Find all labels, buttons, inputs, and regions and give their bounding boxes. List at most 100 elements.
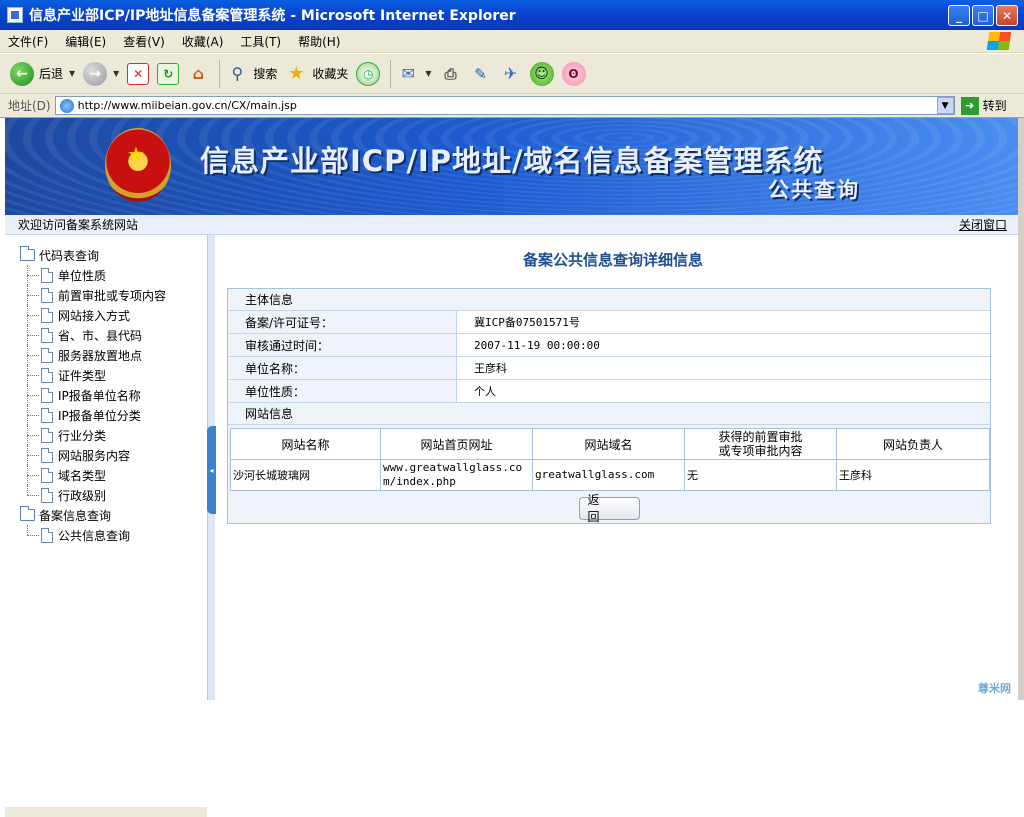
tree-item[interactable]: 域名类型: [5, 465, 207, 485]
history-icon: ◷: [356, 61, 381, 86]
info-row: 备案/许可证号： 冀ICP备07501571号: [228, 311, 990, 334]
back-button[interactable]: ← 后退 ▼: [10, 61, 75, 86]
field-label: 单位性质：: [228, 380, 457, 402]
menu-file[interactable]: 文件(F): [8, 33, 48, 50]
tree-item[interactable]: IP报备单位名称: [5, 385, 207, 405]
field-value: 2007-11-19 00:00:00: [474, 338, 600, 352]
tree-item[interactable]: IP报备单位分类: [5, 405, 207, 425]
table-cell: 沙河长城玻璃网: [230, 459, 381, 491]
menu-help[interactable]: 帮助(H): [298, 33, 340, 50]
mail-icon: ✉: [401, 64, 416, 83]
folder-icon: [20, 246, 35, 261]
print-button[interactable]: ⎙: [440, 63, 462, 85]
menu-tools[interactable]: 工具(T): [240, 33, 281, 50]
back-dropdown-icon[interactable]: ▼: [69, 69, 75, 78]
document-icon: [41, 387, 53, 403]
field-value: 冀ICP备07501571号: [474, 316, 580, 329]
banner-subtitle: 公共查询: [768, 178, 860, 202]
ie-page-icon: [7, 7, 23, 23]
window-right-edge: [1018, 118, 1024, 700]
column-header: 网站域名: [532, 428, 685, 460]
tree-item-label: 服务器放置地点: [58, 348, 143, 363]
pig-icon: ʘ: [561, 61, 586, 86]
folder-icon: [20, 506, 35, 521]
section-site-info: 网站信息: [228, 403, 990, 425]
tree-folder-record-query[interactable]: 备案信息查询: [5, 505, 207, 525]
tree-item[interactable]: 单位性质: [5, 265, 207, 285]
forward-button[interactable]: → ▼: [83, 61, 119, 86]
column-header: 网站首页网址: [380, 428, 533, 460]
tree-item-label: 单位性质: [58, 268, 107, 283]
table-header-row: 网站名称 网站首页网址 网站域名 获得的前置审批 或专项审批内容 网站负责人: [230, 428, 990, 460]
national-emblem-icon: ★: [105, 128, 171, 202]
tree-item-label: 行业分类: [58, 428, 107, 443]
document-icon: [41, 367, 53, 383]
tree-item[interactable]: 行政级别: [5, 485, 207, 505]
tree-item[interactable]: 证件类型: [5, 365, 207, 385]
document-icon: [41, 527, 53, 543]
history-button[interactable]: ◷: [356, 61, 381, 86]
sidebar-tree: 代码表查询 单位性质 前置审批或专项内容 网站接入方式 省、市、县代码 服务器放…: [5, 235, 207, 817]
mail-button[interactable]: ✉ ▼: [397, 63, 432, 85]
messenger-button[interactable]: ✈: [500, 63, 522, 85]
address-url[interactable]: http://www.miibeian.gov.cn/CX/main.jsp: [78, 99, 937, 112]
edit-button[interactable]: ✎: [470, 63, 492, 85]
return-button[interactable]: 返 回: [578, 493, 640, 524]
button-row: 返 回: [228, 493, 990, 524]
stop-button[interactable]: ✕: [127, 62, 150, 85]
info-row: 单位名称： 王彦科: [228, 357, 990, 380]
tree-item-label: 网站服务内容: [58, 448, 131, 463]
search-label: 搜索: [253, 67, 278, 81]
tree-item[interactable]: 行业分类: [5, 425, 207, 445]
maximize-button[interactable]: □: [972, 5, 994, 26]
field-value: 王彦科: [474, 362, 507, 375]
forward-arrow-icon: →: [83, 61, 108, 86]
document-icon: [41, 467, 53, 483]
close-button[interactable]: ✕: [996, 5, 1018, 26]
tree-item-label: 前置审批或专项内容: [58, 288, 167, 303]
table-row: 沙河长城玻璃网 www.greatwallglass.com/index.php…: [230, 459, 990, 491]
close-window-link[interactable]: 关闭窗口: [959, 216, 1007, 233]
forward-dropdown-icon[interactable]: ▼: [113, 69, 119, 78]
menu-edit[interactable]: 编辑(E): [65, 33, 106, 50]
edit-icon: ✎: [474, 64, 487, 83]
field-label: 单位名称：: [228, 357, 457, 379]
window-title-bar: 信息产业部ICP/IP地址信息备案管理系统 - Microsoft Intern…: [0, 0, 1024, 30]
section-subject-info: 主体信息: [228, 289, 990, 311]
field-label: 审核通过时间：: [228, 334, 457, 356]
menu-favorites[interactable]: 收藏(A): [182, 33, 224, 50]
site-info-table: 网站名称 网站首页网址 网站域名 获得的前置审批 或专项审批内容 网站负责人 沙…: [230, 428, 990, 491]
pig-button[interactable]: ʘ: [561, 61, 586, 86]
tree-item[interactable]: 前置审批或专项内容: [5, 285, 207, 305]
tree-item[interactable]: 网站接入方式: [5, 305, 207, 325]
sidebar-horizontal-scrollbar[interactable]: [5, 807, 207, 817]
minimize-button[interactable]: _: [948, 5, 970, 26]
tree-item[interactable]: 网站服务内容: [5, 445, 207, 465]
document-icon: [41, 447, 53, 463]
menu-view[interactable]: 查看(V): [123, 33, 165, 50]
refresh-button[interactable]: ↻: [157, 62, 180, 85]
go-button[interactable]: ➜ 转到: [960, 96, 1007, 115]
welcome-text: 欢迎访问备案系统网站: [18, 218, 139, 232]
toolbar-separator: [219, 59, 221, 88]
tree-item[interactable]: 省、市、县代码: [5, 325, 207, 345]
messenger-icon: ✈: [503, 64, 518, 83]
toolbar-separator-2: [390, 59, 392, 88]
home-button[interactable]: ⌂: [187, 63, 209, 85]
address-bar: 地址(D) http://www.miibeian.gov.cn/CX/main…: [0, 94, 1024, 118]
favorites-button[interactable]: ★ 收藏夹: [285, 63, 348, 85]
document-icon: [41, 267, 53, 283]
banner-title: 信息产业部ICP/IP地址/域名信息备案管理系统: [200, 144, 824, 178]
address-input[interactable]: http://www.miibeian.gov.cn/CX/main.jsp ▼: [54, 96, 955, 115]
search-button[interactable]: ⚲ 搜索: [226, 63, 277, 85]
tree-item[interactable]: 服务器放置地点: [5, 345, 207, 365]
address-dropdown-icon[interactable]: ▼: [936, 97, 954, 114]
go-arrow-icon: ➜: [960, 96, 979, 115]
back-arrow-icon: ←: [10, 61, 34, 86]
smiley-button[interactable]: ☺: [529, 61, 554, 86]
field-label: 备案/许可证号：: [228, 311, 457, 333]
tree-folder-code-tables[interactable]: 代码表查询: [5, 245, 207, 265]
stop-icon: ✕: [127, 62, 150, 85]
tree-item-public-query[interactable]: 公共信息查询: [5, 525, 207, 545]
mail-dropdown-icon[interactable]: ▼: [425, 69, 431, 78]
